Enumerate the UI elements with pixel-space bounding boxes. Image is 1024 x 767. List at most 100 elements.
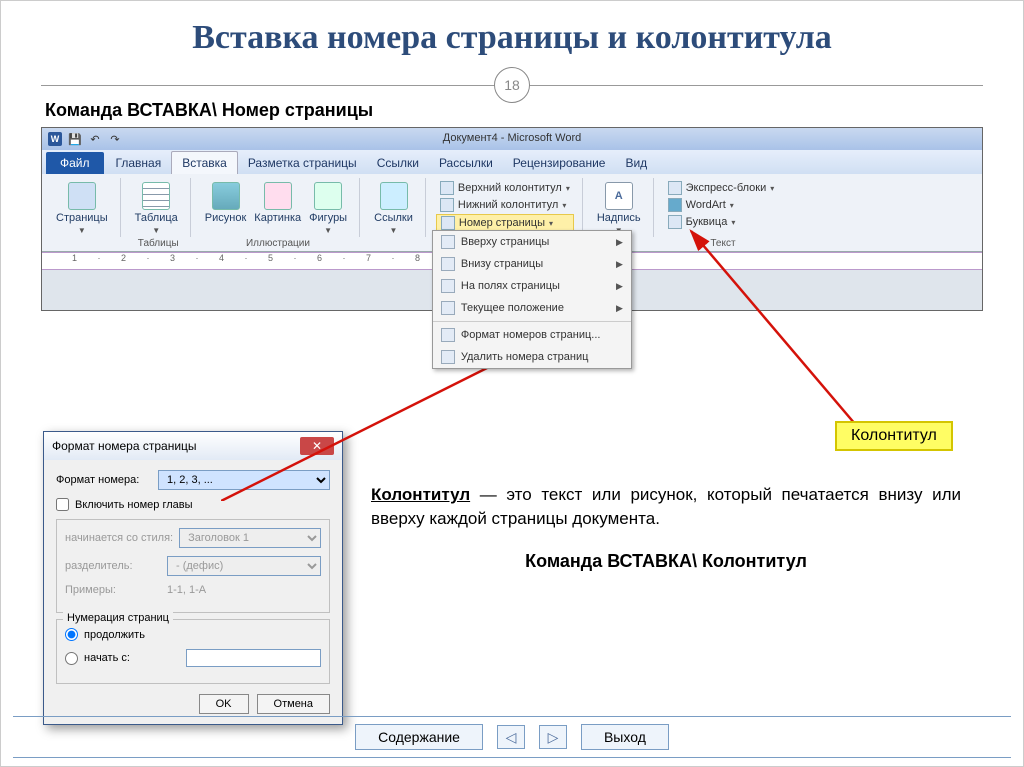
examples-value: 1-1, 1-A: [167, 584, 206, 596]
picture-label: Рисунок: [205, 212, 247, 224]
start-at-input[interactable]: [186, 649, 321, 667]
table-icon: [142, 182, 170, 210]
pages-button[interactable]: Страницы ▼: [52, 180, 112, 237]
footer-label: Нижний колонтитул: [458, 199, 558, 211]
wordart-icon: [668, 198, 682, 212]
wordart-button[interactable]: WordArt ▾: [664, 197, 779, 213]
slide-nav-bar: Содержание ◁ ▷ Выход: [13, 716, 1011, 758]
tab-references[interactable]: Ссылки: [367, 152, 429, 174]
separator-label: разделитель:: [65, 560, 161, 572]
chapter-group: начинается со стиля: Заголовок 1 разделит…: [56, 519, 330, 613]
textbox-label: Надпись: [597, 212, 641, 224]
menu-page-margins[interactable]: На полях страницы▶: [433, 275, 631, 297]
start-at-radio[interactable]: [65, 652, 78, 665]
tab-review[interactable]: Рецензирование: [503, 152, 616, 174]
doc-top-icon: [441, 235, 455, 249]
doc-bottom-icon: [441, 257, 455, 271]
next-slide-button[interactable]: ▷: [539, 725, 567, 749]
tab-insert[interactable]: Вставка: [171, 151, 238, 174]
save-icon[interactable]: 💾: [68, 132, 82, 146]
shapes-button[interactable]: Фигуры ▼: [305, 180, 351, 237]
chevron-down-icon: ▼: [324, 226, 332, 235]
quick-access-toolbar: W 💾 ↶ ↷ Документ4 - Microsoft Word: [42, 128, 982, 150]
group-illustrations: Рисунок Картинка Фигуры ▼ Иллюстрации: [197, 178, 360, 237]
continue-radio[interactable]: [65, 628, 78, 641]
footer-button[interactable]: Нижний колонтитул ▾: [436, 197, 574, 213]
table-label: Таблица: [135, 212, 178, 224]
chevron-down-icon: ▾: [549, 219, 553, 228]
menu-bottom-of-page[interactable]: Внизу страницы ▶: [433, 253, 631, 275]
page-number-badge: 18: [494, 67, 530, 103]
cursor-icon: [441, 301, 455, 315]
group-pages: Страницы ▼: [48, 178, 121, 237]
group-label-illustrations: Иллюстрации: [197, 238, 359, 249]
quick-parts-button[interactable]: Экспресс-блоки ▾: [664, 180, 779, 196]
qparts-label: Экспресс-блоки: [686, 182, 767, 194]
arrow-annotation-header: [681, 221, 881, 441]
pages-label: Страницы: [56, 212, 108, 224]
links-icon: [380, 182, 408, 210]
tab-mailings[interactable]: Рассылки: [429, 152, 503, 174]
clipart-label: Картинка: [254, 212, 301, 224]
chevron-down-icon: ▼: [390, 226, 398, 235]
chevron-down-icon: ▾: [562, 201, 566, 210]
menu-format-page-numbers[interactable]: Формат номеров страниц...: [433, 324, 631, 346]
menu-label: Формат номеров страниц...: [461, 329, 601, 341]
tab-view[interactable]: Вид: [615, 152, 657, 174]
links-label: Ссылки: [374, 212, 413, 224]
header-button[interactable]: Верхний колонтитул ▾: [436, 180, 574, 196]
callout-header-footer: Колонтитул: [835, 421, 953, 451]
page-number-dropdown: Вверху страницы▶ Внизу страницы▶ На поля…: [432, 230, 632, 369]
style-label: начинается со стиля:: [65, 532, 173, 544]
clipart-icon: [264, 182, 292, 210]
footer-icon: [440, 198, 454, 212]
redo-icon[interactable]: ↷: [108, 132, 122, 146]
menu-top-of-page[interactable]: Вверху страницы▶: [433, 231, 631, 253]
menu-label: Текущее положение: [461, 302, 564, 314]
chevron-down-icon: ▾: [730, 201, 734, 210]
ribbon-tabs: Файл Главная Вставка Разметка страницы С…: [42, 150, 982, 174]
tab-layout[interactable]: Разметка страницы: [238, 152, 367, 174]
header-icon: [440, 181, 454, 195]
exit-button[interactable]: Выход: [581, 724, 669, 750]
table-button[interactable]: Таблица ▼: [131, 180, 182, 237]
ok-button[interactable]: OK: [199, 694, 249, 714]
toc-button[interactable]: Содержание: [355, 724, 483, 750]
menu-label: Внизу страницы: [461, 258, 543, 270]
group-links: Ссылки ▼: [366, 178, 426, 237]
chevron-right-icon: ▶: [616, 259, 623, 270]
dropcap-icon: [668, 215, 682, 229]
cancel-button[interactable]: Отмена: [257, 694, 330, 714]
pagenum-icon: [441, 216, 455, 230]
style-select: Заголовок 1: [179, 528, 321, 548]
undo-icon[interactable]: ↶: [88, 132, 102, 146]
menu-separator: [433, 321, 631, 322]
dialog-title-text: Формат номера страницы: [52, 439, 197, 453]
group-text-textbox: A Надпись ▼: [589, 178, 654, 237]
links-button[interactable]: Ссылки ▼: [370, 180, 417, 237]
group-tables: Таблица ▼ Таблицы: [127, 178, 191, 237]
picture-button[interactable]: Рисунок: [201, 180, 251, 226]
pages-icon: [68, 182, 96, 210]
menu-label: Удалить номера страниц: [461, 351, 589, 363]
prev-slide-button[interactable]: ◁: [497, 725, 525, 749]
chevron-down-icon: ▾: [770, 184, 774, 193]
menu-label: Вверху страницы: [461, 236, 549, 248]
slide-title: Вставка номера страницы и колонтитула: [41, 19, 983, 57]
tab-file[interactable]: Файл: [46, 152, 104, 174]
group-header-footer: Верхний колонтитул ▾ Нижний колонтитул ▾…: [432, 178, 583, 237]
tab-home[interactable]: Главная: [106, 152, 172, 174]
examples-label: Примеры:: [65, 584, 161, 596]
menu-remove-page-numbers[interactable]: Удалить номера страниц: [433, 346, 631, 368]
command-caption: Команда ВСТАВКА\ Номер страницы: [45, 100, 983, 121]
header-label: Верхний колонтитул: [458, 182, 562, 194]
textbox-button[interactable]: A Надпись ▼: [593, 180, 645, 237]
word-app-icon: W: [48, 132, 62, 146]
menu-current-position[interactable]: Текущее положение ▶: [433, 297, 631, 319]
format-label: Формат номера:: [56, 474, 152, 486]
include-chapter-checkbox[interactable]: [56, 498, 69, 511]
chevron-right-icon: ▶: [616, 303, 623, 314]
chevron-down-icon: ▾: [566, 184, 570, 193]
picture-icon: [212, 182, 240, 210]
clipart-button[interactable]: Картинка: [250, 180, 305, 226]
